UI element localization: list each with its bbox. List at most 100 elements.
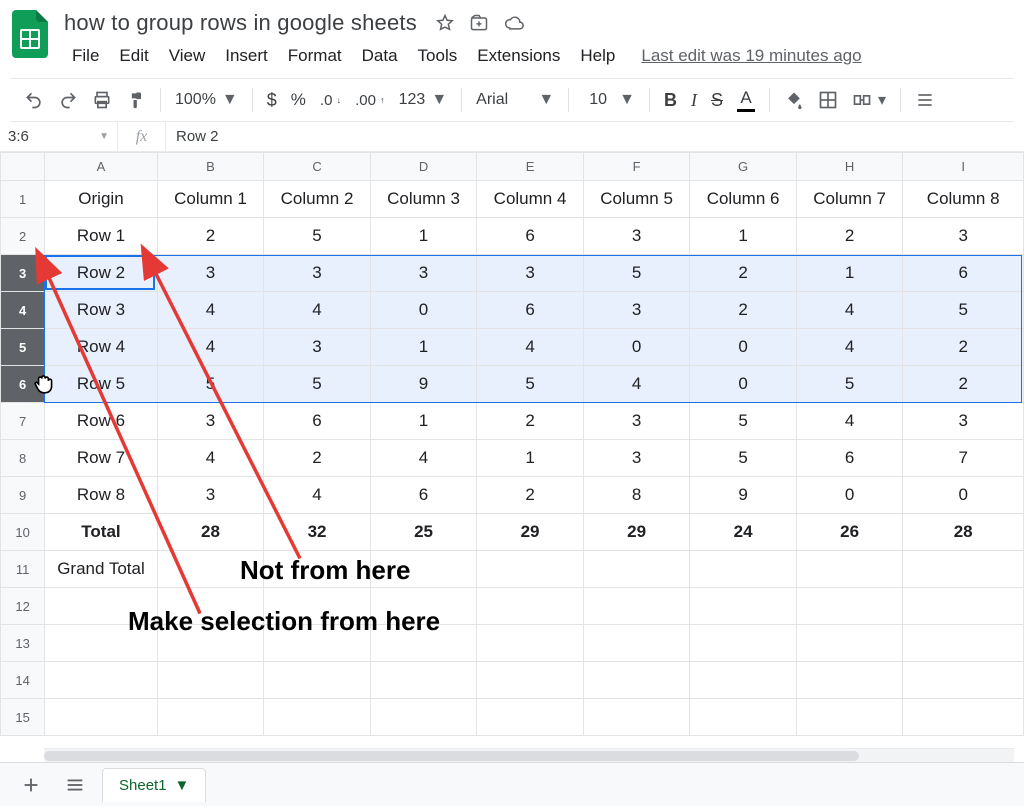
row-header-3[interactable]: 3 [1, 255, 45, 292]
cell[interactable] [157, 551, 264, 588]
borders-button[interactable] [812, 84, 844, 116]
cell[interactable]: Origin [45, 181, 158, 218]
all-sheets-button[interactable] [58, 768, 92, 802]
select-all-corner[interactable] [1, 153, 45, 181]
cell[interactable]: Total [45, 514, 158, 551]
cell[interactable] [157, 625, 264, 662]
cell[interactable] [796, 662, 903, 699]
row-header-2[interactable]: 2 [1, 218, 45, 255]
col-header-I[interactable]: I [903, 153, 1024, 181]
cell[interactable] [690, 625, 797, 662]
cell[interactable] [796, 699, 903, 736]
cell[interactable]: 2 [477, 477, 584, 514]
cell[interactable]: 3 [264, 255, 371, 292]
menu-file[interactable]: File [64, 42, 107, 70]
doc-title[interactable]: how to group rows in google sheets [64, 10, 417, 36]
cell[interactable]: Row 1 [45, 218, 158, 255]
col-header-F[interactable]: F [583, 153, 690, 181]
cell[interactable] [796, 551, 903, 588]
cell[interactable]: 3 [583, 440, 690, 477]
cell[interactable]: 3 [583, 292, 690, 329]
cell[interactable]: 5 [690, 440, 797, 477]
cell[interactable]: 4 [796, 292, 903, 329]
cell[interactable]: Row 4 [45, 329, 158, 366]
cell[interactable]: 1 [690, 218, 797, 255]
cell[interactable] [157, 699, 264, 736]
col-header-D[interactable]: D [370, 153, 477, 181]
cell[interactable]: Column 7 [796, 181, 903, 218]
cell[interactable] [903, 588, 1024, 625]
cell[interactable]: 4 [264, 292, 371, 329]
cell[interactable]: Grand Total [45, 551, 158, 588]
cell[interactable] [370, 662, 477, 699]
cell[interactable] [583, 588, 690, 625]
name-box[interactable]: 3:6▼ [0, 122, 118, 151]
cell[interactable]: 6 [477, 218, 584, 255]
cell[interactable]: 2 [903, 329, 1024, 366]
row-header-1[interactable]: 1 [1, 181, 45, 218]
cell[interactable]: 0 [903, 477, 1024, 514]
menu-data[interactable]: Data [354, 42, 406, 70]
cell[interactable] [690, 699, 797, 736]
cell[interactable]: 4 [157, 292, 264, 329]
row-header-13[interactable]: 13 [1, 625, 45, 662]
col-header-A[interactable]: A [45, 153, 158, 181]
row-header-9[interactable]: 9 [1, 477, 45, 514]
cell[interactable] [583, 551, 690, 588]
cell[interactable]: 0 [796, 477, 903, 514]
formula-bar[interactable]: Row 2 [166, 128, 1024, 145]
cloud-icon[interactable] [503, 13, 525, 33]
cell[interactable]: 1 [370, 218, 477, 255]
cell[interactable] [903, 625, 1024, 662]
spreadsheet-grid[interactable]: ABCDEFGHI1OriginColumn 1Column 2Column 3… [0, 152, 1024, 736]
cell[interactable]: 7 [903, 440, 1024, 477]
cell[interactable]: 2 [157, 218, 264, 255]
cell[interactable]: Column 1 [157, 181, 264, 218]
menu-insert[interactable]: Insert [217, 42, 276, 70]
cell[interactable]: 28 [903, 514, 1024, 551]
menu-help[interactable]: Help [572, 42, 623, 70]
cell[interactable] [903, 699, 1024, 736]
row-header-8[interactable]: 8 [1, 440, 45, 477]
cell[interactable]: Column 3 [370, 181, 477, 218]
print-button[interactable] [86, 84, 118, 116]
cell[interactable]: Row 7 [45, 440, 158, 477]
col-header-B[interactable]: B [157, 153, 264, 181]
row-header-11[interactable]: 11 [1, 551, 45, 588]
cell[interactable] [477, 662, 584, 699]
horizontal-scrollbar[interactable] [44, 748, 1014, 762]
cell[interactable] [690, 662, 797, 699]
tab-sheet1[interactable]: Sheet1▼ [102, 768, 206, 802]
cell[interactable]: 25 [370, 514, 477, 551]
move-icon[interactable] [469, 13, 489, 33]
cell[interactable]: 5 [690, 403, 797, 440]
cell[interactable]: 4 [583, 366, 690, 403]
cell[interactable]: Row 2 [45, 255, 158, 292]
row-header-10[interactable]: 10 [1, 514, 45, 551]
cell[interactable]: 3 [477, 255, 584, 292]
cell[interactable]: 5 [796, 366, 903, 403]
text-color-button[interactable]: A [731, 82, 761, 118]
cell[interactable]: 2 [690, 292, 797, 329]
cell[interactable]: 4 [796, 329, 903, 366]
cell[interactable]: Column 5 [583, 181, 690, 218]
cell[interactable] [264, 699, 371, 736]
cell[interactable]: 5 [583, 255, 690, 292]
last-edit-link[interactable]: Last edit was 19 minutes ago [641, 46, 861, 66]
cell[interactable]: 3 [583, 403, 690, 440]
cell[interactable]: 6 [264, 403, 371, 440]
cell[interactable]: 2 [264, 440, 371, 477]
cell[interactable]: 5 [264, 218, 371, 255]
row-header-4[interactable]: 4 [1, 292, 45, 329]
cell[interactable]: 1 [796, 255, 903, 292]
cell[interactable]: 2 [903, 366, 1024, 403]
cell[interactable]: 0 [690, 366, 797, 403]
cell[interactable] [264, 551, 371, 588]
cell[interactable] [477, 699, 584, 736]
cell[interactable]: 8 [583, 477, 690, 514]
cell[interactable]: 1 [477, 440, 584, 477]
cell[interactable]: 32 [264, 514, 371, 551]
menu-edit[interactable]: Edit [111, 42, 156, 70]
cell[interactable]: 29 [583, 514, 690, 551]
cell[interactable]: 9 [690, 477, 797, 514]
